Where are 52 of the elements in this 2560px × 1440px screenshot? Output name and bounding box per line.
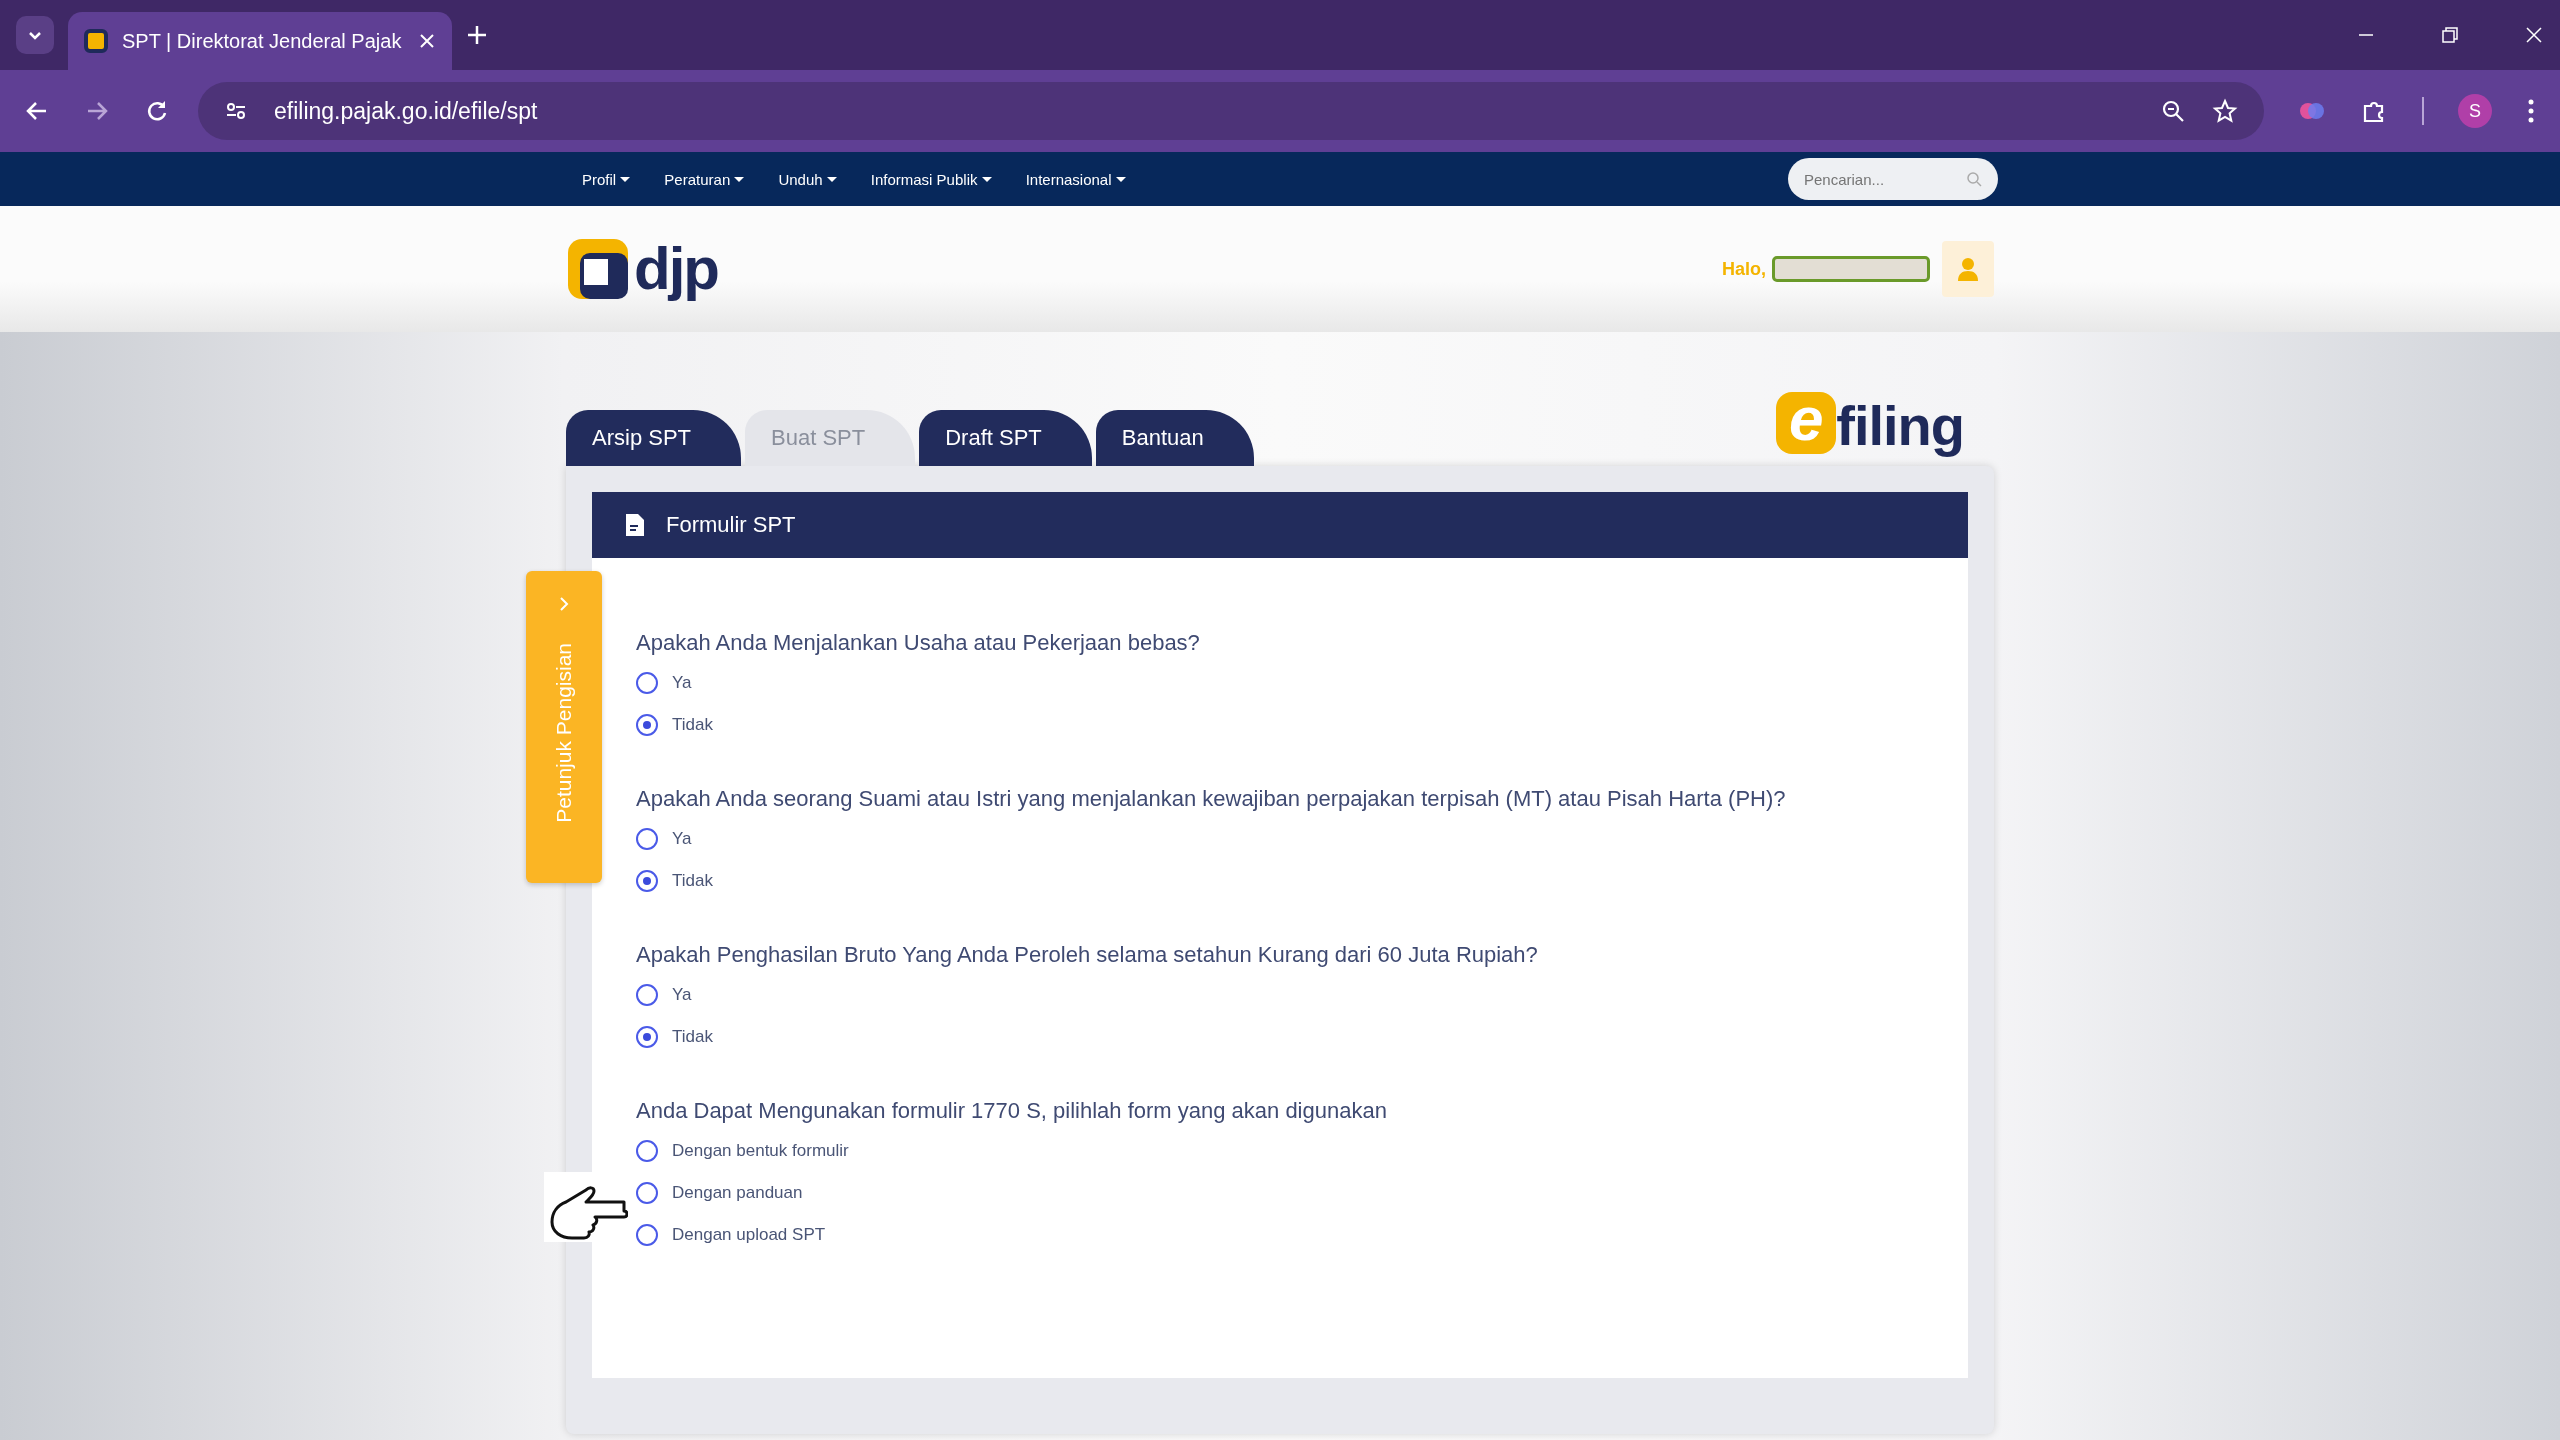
djp-logo-mark-icon — [566, 237, 630, 301]
radio-button[interactable] — [636, 672, 658, 694]
radio-button[interactable] — [636, 1182, 658, 1204]
efiling-logo-mark: e — [1776, 392, 1837, 454]
document-icon — [624, 512, 646, 538]
radio-button[interactable] — [636, 828, 658, 850]
djp-logo-text: djp — [634, 239, 718, 299]
radio-button[interactable] — [636, 870, 658, 892]
greeting-text: Halo, — [1722, 258, 1766, 280]
chevron-right-icon — [557, 595, 571, 613]
restore-icon[interactable] — [2440, 25, 2460, 45]
profile-avatar[interactable]: S — [2458, 94, 2492, 128]
nav-menu-item[interactable]: Informasi Publik — [870, 170, 992, 188]
user-icon — [1956, 256, 1980, 282]
radio-button[interactable] — [636, 1140, 658, 1162]
bookmark-star-icon[interactable] — [2212, 98, 2238, 124]
option-label[interactable]: Dengan bentuk formulir — [672, 1141, 849, 1161]
option-label[interactable]: Ya — [672, 985, 692, 1005]
nav-menu-item[interactable]: Unduh — [778, 170, 837, 188]
zoom-icon[interactable] — [2160, 98, 2186, 124]
url-text: efiling.pajak.go.id/efile/spt — [274, 97, 538, 125]
tab[interactable]: Arsip SPT — [566, 410, 742, 466]
site-favicon-icon — [84, 29, 108, 53]
form-title: Formulir SPT — [666, 512, 796, 538]
address-bar[interactable]: efiling.pajak.go.id/efile/spt — [198, 82, 2264, 140]
option-label[interactable]: Tidak — [672, 1027, 713, 1047]
question-text: Apakah Anda seorang Suami atau Istri yang menjalankan kewajiban perpajakan terpisah (MT) atau Pisah Harta (PH)? — [636, 786, 1787, 812]
nav-menu-item[interactable]: Profil — [582, 170, 631, 188]
close-icon[interactable] — [2524, 25, 2544, 45]
search-field[interactable]: Pencarian... — [1788, 158, 1998, 200]
radio-button[interactable] — [636, 1026, 658, 1048]
option-label[interactable]: Ya — [672, 673, 692, 693]
tab-search-button[interactable] — [16, 16, 54, 54]
question-text: Apakah Anda Menjalankan Usaha atau Pekerjaan bebas? — [636, 630, 1201, 656]
new-tab-icon[interactable] — [466, 24, 488, 46]
option-label[interactable]: Tidak — [672, 871, 713, 891]
option-label[interactable]: Dengan panduan — [672, 1183, 803, 1203]
close-icon[interactable] — [418, 32, 436, 50]
radio-button[interactable] — [636, 1224, 658, 1246]
tab[interactable]: Draft SPT — [919, 410, 1092, 466]
menu-icon[interactable] — [2526, 98, 2536, 124]
question-text: Anda Dapat Mengunakan formulir 1770 S, pilihlah form yang akan digunakan — [636, 1098, 1388, 1124]
radio-button[interactable] — [636, 714, 658, 736]
nav-menu-item[interactable]: Peraturan — [664, 170, 745, 188]
tab[interactable]: Bantuan — [1095, 410, 1254, 466]
nav-menu-item[interactable]: Internasional — [1025, 170, 1126, 188]
option-label[interactable]: Ya — [672, 829, 692, 849]
browser-tab[interactable]: SPT | Direktorat Jenderal Pajak — [68, 12, 452, 70]
option-label[interactable]: Tidak — [672, 715, 713, 735]
question-text: Apakah Penghasilan Bruto Yang Anda Peroleh selama setahun Kurang dari 60 Juta Rupiah? — [636, 942, 1539, 968]
radio-button[interactable] — [636, 984, 658, 1006]
option-label[interactable]: Dengan upload SPT — [672, 1225, 826, 1245]
